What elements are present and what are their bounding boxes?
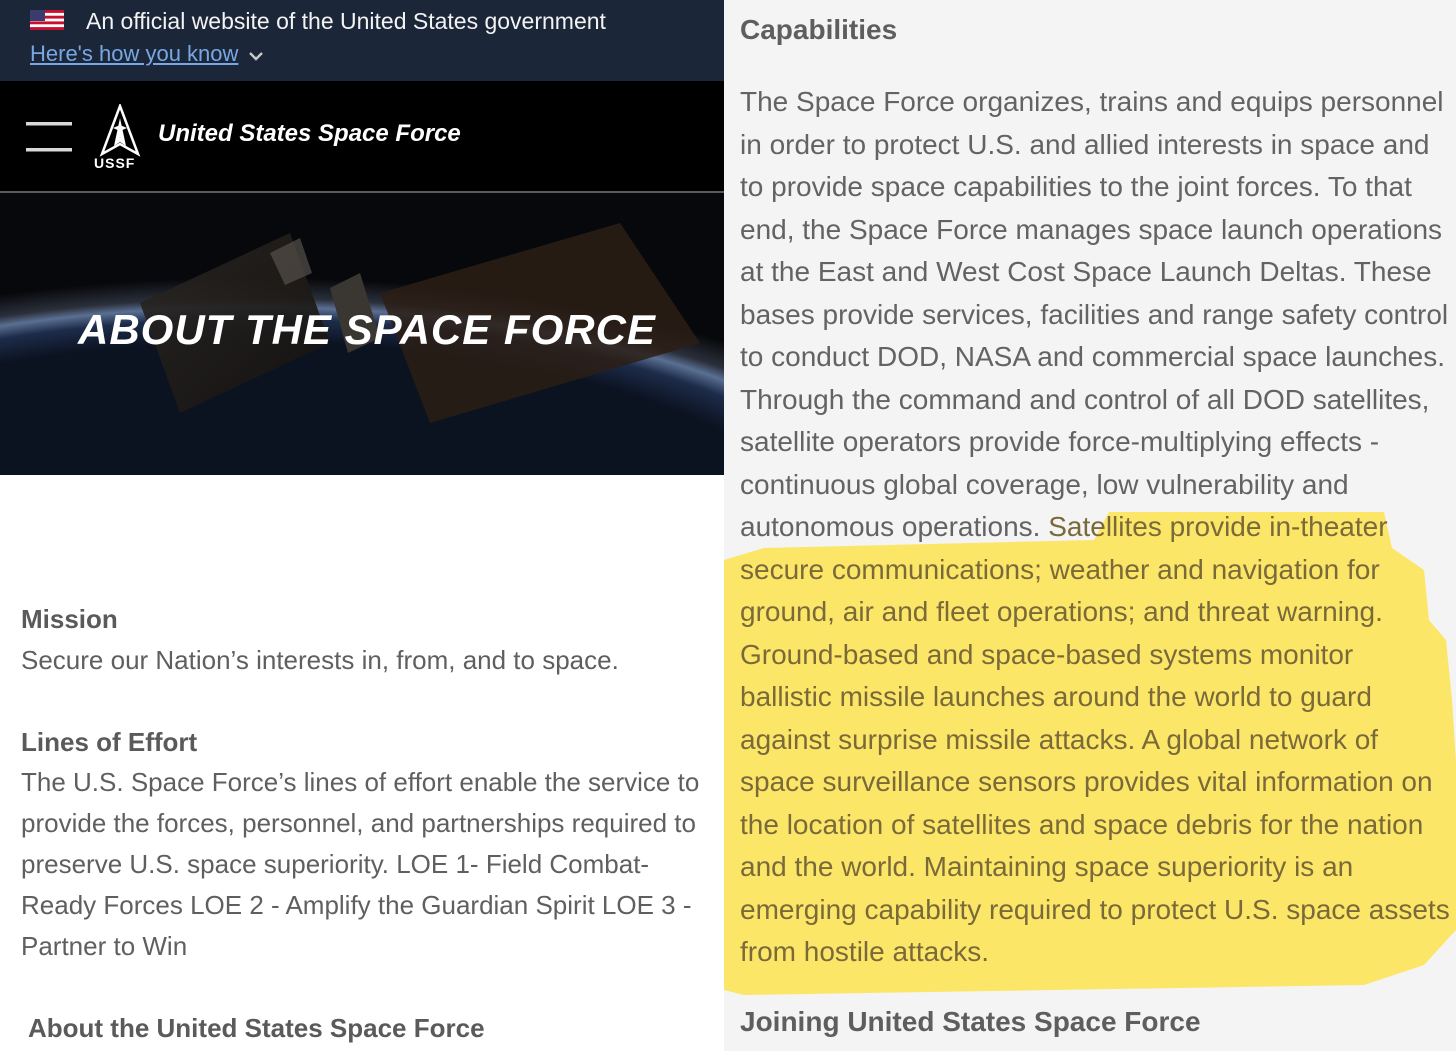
chevron-down-icon[interactable] [248, 48, 264, 64]
capabilities-text-highlighted: Satellites provide in-theater secure com… [740, 511, 1450, 967]
org-name[interactable]: United States Space Force [158, 120, 461, 148]
hero-banner: ABOUT THE SPACE FORCE [0, 193, 724, 475]
gov-banner: An official website of the United States… [0, 0, 724, 81]
gov-banner-text: An official website of the United States… [86, 8, 606, 34]
us-flag-icon [30, 10, 64, 30]
mission-text: Secure our Nation’s interests in, from, … [21, 645, 619, 675]
about-ussf-heading[interactable]: About the United States Space Force [28, 1013, 485, 1044]
right-screenshot: Capabilities The Space Force organizes, … [724, 0, 1456, 1051]
lines-of-effort-heading: Lines of Effort [21, 727, 198, 757]
left-screenshot: An official website of the United States… [0, 0, 724, 1051]
capabilities-heading: Capabilities [740, 14, 898, 45]
mission-heading: Mission [21, 604, 118, 634]
capabilities-text-plain: The Space Force organizes, trains and eq… [740, 86, 1449, 542]
heres-how-you-know-link[interactable]: Here's how you know [30, 41, 238, 67]
site-header: USSF United States Space Force [0, 81, 724, 193]
capabilities-text: The Space Force organizes, trains and eq… [740, 81, 1452, 974]
ussf-logo-label: USSF [94, 155, 136, 171]
hamburger-menu-icon[interactable] [26, 122, 72, 152]
hero-title: ABOUT THE SPACE FORCE [78, 306, 656, 353]
lines-of-effort-text: The U.S. Space Force’s lines of effort e… [21, 767, 700, 961]
joining-ussf-heading[interactable]: Joining United States Space Force [740, 1006, 1201, 1038]
